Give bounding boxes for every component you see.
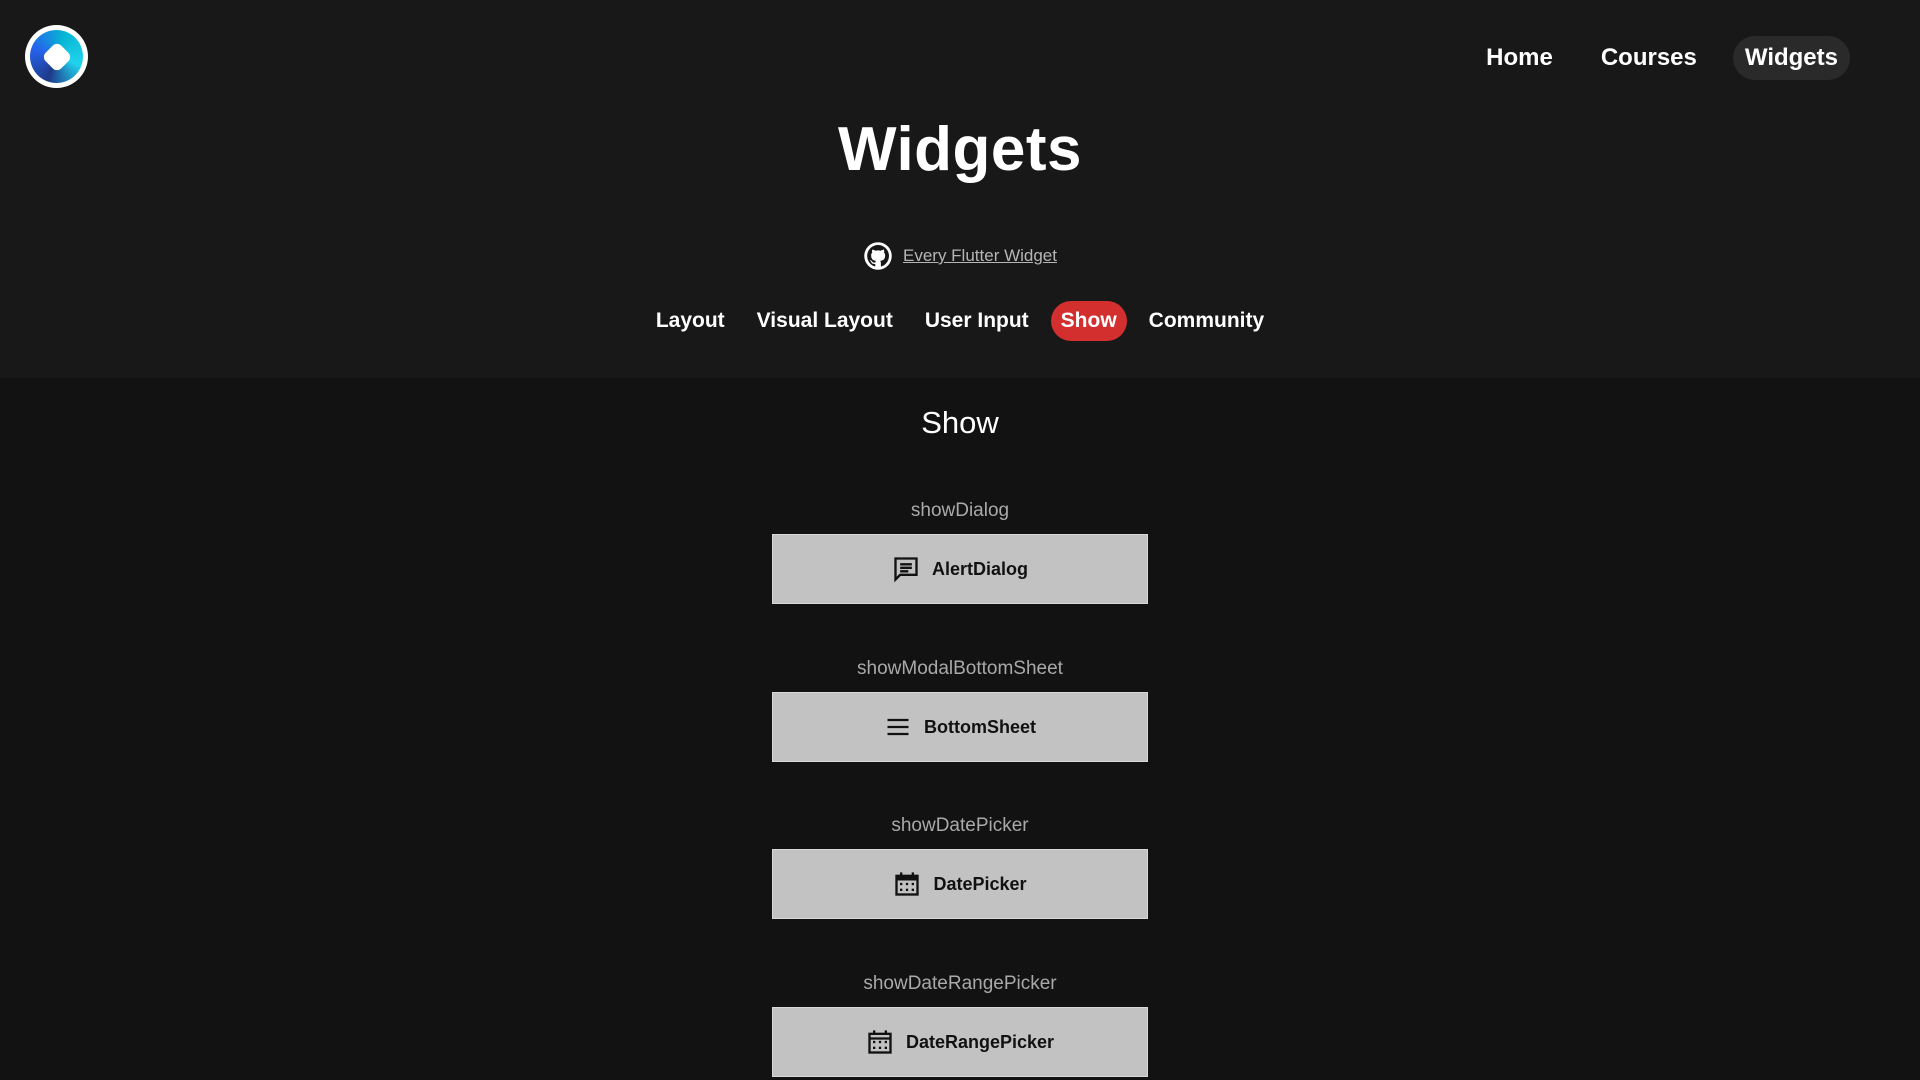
bottomsheet-button[interactable]: BottomSheet [772, 692, 1148, 762]
section-title: Show [921, 405, 999, 440]
widget-group-showdatepicker: showDatePicker DatePicker [772, 811, 1148, 919]
logo-diamond [40, 40, 73, 73]
github-link-row: Every Flutter Widget [0, 241, 1920, 271]
tab-community[interactable]: Community [1139, 301, 1275, 341]
nav-widgets[interactable]: Widgets [1732, 36, 1850, 80]
widget-label: showDatePicker [891, 815, 1029, 836]
logo-mark [30, 30, 83, 83]
widget-label: showModalBottomSheet [857, 658, 1063, 679]
widget-label: showDialog [910, 500, 1010, 521]
nav-courses[interactable]: Courses [1589, 36, 1709, 80]
button-label: DateRangePicker [905, 1031, 1055, 1052]
button-label: DatePicker [933, 873, 1027, 894]
tab-user-input[interactable]: User Input [915, 301, 1039, 341]
alertdialog-button[interactable]: AlertDialog [772, 534, 1148, 604]
page-title: Widgets [837, 115, 1083, 184]
widget-group-showdaterangepicker: showDateRangePicker DateRangePicker [772, 969, 1148, 1077]
datepicker-button[interactable]: DatePicker [772, 849, 1148, 919]
button-label: BottomSheet [924, 716, 1036, 737]
github-icon [864, 242, 892, 270]
widget-group-showmodalbottomsheet: showModalBottomSheet BottomSheet [772, 654, 1148, 762]
calendar-icon [868, 1030, 892, 1054]
logo-icon[interactable] [25, 25, 88, 88]
message-icon [894, 557, 918, 583]
widget-label: showDateRangePicker [863, 973, 1057, 994]
github-link[interactable]: Every Flutter Widget [903, 246, 1057, 266]
menu-icon [887, 718, 909, 736]
calendar-icon [895, 872, 920, 896]
daterangepicker-button[interactable]: DateRangePicker [772, 1007, 1148, 1077]
category-tabs: Layout Visual Layout User Input Show Com… [0, 301, 1920, 341]
widget-group-showdialog: showDialog AlertDialog [772, 496, 1148, 604]
nav-home[interactable]: Home [1474, 36, 1565, 80]
button-label: AlertDialog [931, 558, 1028, 579]
tab-visual-layout[interactable]: Visual Layout [747, 301, 903, 341]
top-nav: Home Courses Widgets [1474, 36, 1850, 80]
tab-show[interactable]: Show [1050, 301, 1127, 341]
tab-layout[interactable]: Layout [646, 301, 735, 341]
